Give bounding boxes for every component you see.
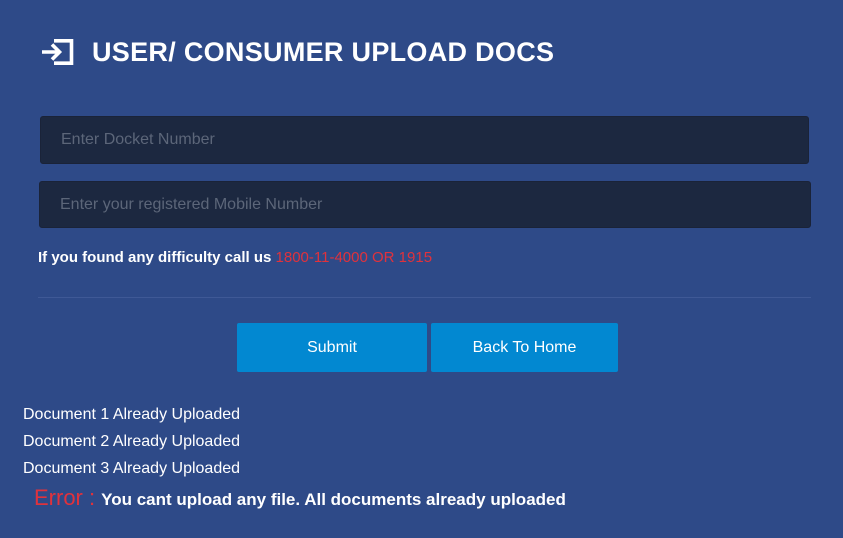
divider (38, 297, 811, 298)
help-phone-number: 1800-11-4000 OR 1915 (275, 249, 433, 266)
status-item: Document 3 Already Uploaded (23, 460, 241, 477)
error-label: Error : (34, 485, 96, 510)
status-item: Document 2 Already Uploaded (23, 433, 241, 450)
docket-number-input[interactable] (40, 116, 809, 164)
page-header: USER/ CONSUMER UPLOAD DOCS (42, 30, 554, 74)
submit-button[interactable]: Submit (237, 323, 427, 372)
error-message-row: Error : You cant upload any file. All do… (34, 485, 566, 511)
help-label: If you found any difficulty call us (38, 249, 276, 266)
upload-status-list: Document 1 Already Uploaded Document 2 A… (23, 401, 240, 482)
status-item: Document 1 Already Uploaded (23, 406, 241, 423)
sign-in-icon (42, 37, 76, 67)
help-text: If you found any difficulty call us 1800… (38, 249, 432, 266)
page-title: USER/ CONSUMER UPLOAD DOCS (92, 36, 555, 67)
back-to-home-button[interactable]: Back To Home (431, 323, 618, 372)
mobile-number-input[interactable] (39, 181, 811, 228)
error-message: You cant upload any file. All documents … (101, 490, 566, 509)
